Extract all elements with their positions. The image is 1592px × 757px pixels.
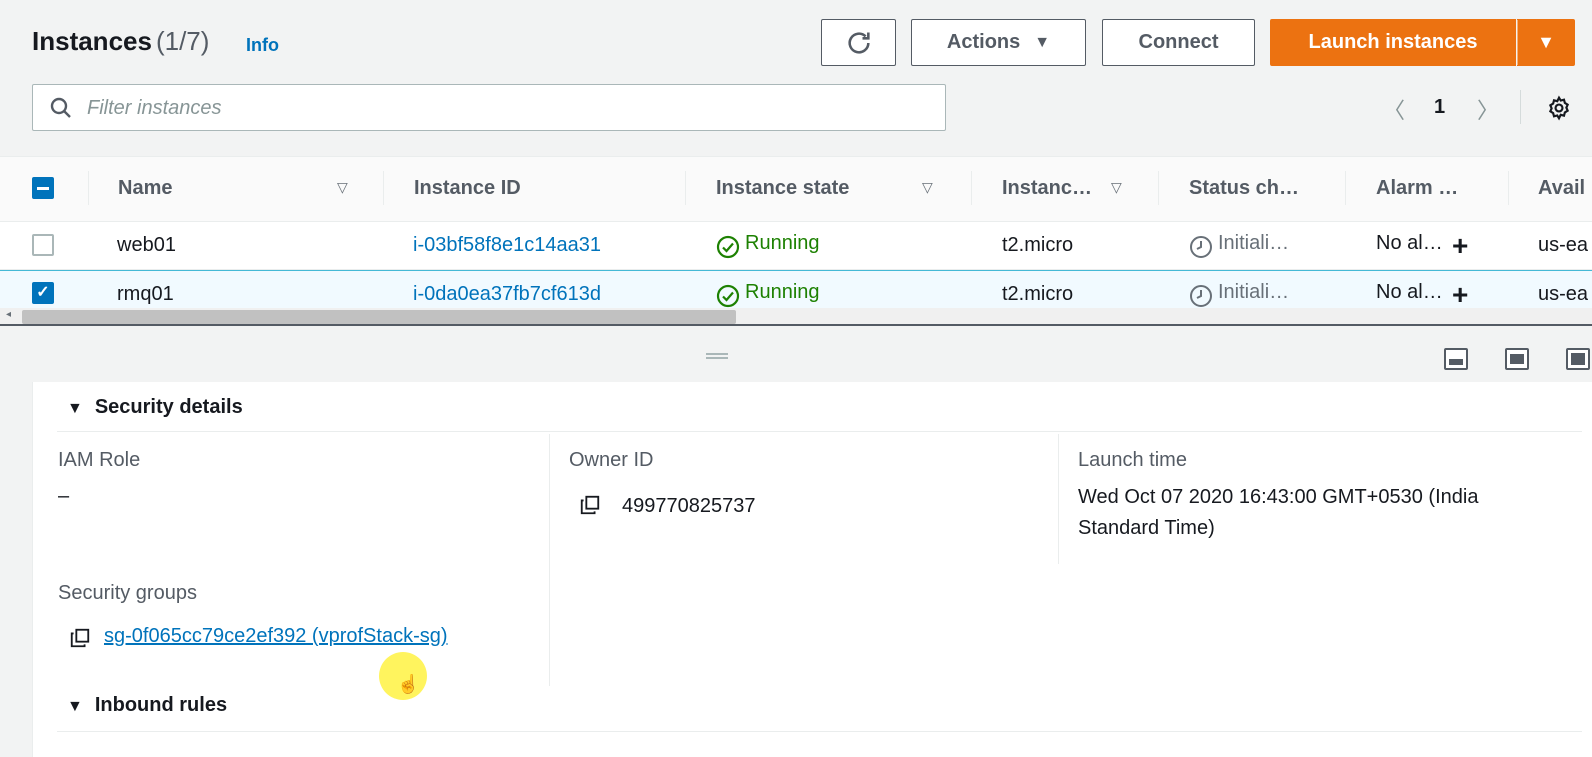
column-header-instance-state[interactable]: Instance state	[716, 177, 849, 200]
divider	[57, 431, 1582, 432]
clock-icon	[1190, 285, 1212, 307]
filter-instances-input[interactable]	[87, 94, 927, 122]
instance-state: Running	[745, 232, 820, 254]
table-header: Name ▽ Instance ID Instance state ▽ Inst…	[0, 156, 1592, 222]
divider	[1520, 90, 1521, 124]
section-heading: Security details	[94, 396, 243, 418]
page-title: Instances (1/7)	[32, 26, 210, 56]
instance-type: t2.micro	[1002, 283, 1074, 305]
instance-id-link[interactable]: i-0da0ea37fb7cf613d	[413, 283, 601, 306]
selection-count: (1/7)	[155, 26, 210, 56]
launch-instances-button[interactable]: Launch instances	[1270, 19, 1516, 66]
column-header-instance-id[interactable]: Instance ID	[414, 177, 521, 200]
availability-zone: us-ea	[1538, 283, 1589, 305]
copy-icon[interactable]	[69, 627, 91, 649]
connect-button[interactable]: Connect	[1102, 19, 1255, 66]
iam-role-value: –	[58, 485, 70, 507]
column-divider	[549, 434, 550, 686]
alarm-status: No al…	[1376, 281, 1443, 303]
alarm-status: No al…	[1376, 232, 1443, 254]
column-divider	[1058, 434, 1059, 564]
info-link[interactable]: Info	[246, 35, 279, 56]
table-row[interactable]: web01 i-03bf58f8e1c14aa31 Running t2.mic…	[0, 222, 1592, 270]
search-icon	[50, 97, 71, 118]
sort-icon[interactable]: ▽	[337, 179, 348, 196]
refresh-icon	[847, 31, 870, 54]
divider	[57, 731, 1582, 732]
row-checkbox[interactable]: ✓	[32, 282, 54, 304]
check-circle-icon	[716, 235, 740, 259]
caret-down-icon: ▼	[1034, 33, 1051, 51]
column-divider	[1158, 171, 1159, 205]
check-circle-icon	[716, 284, 740, 308]
scroll-left-arrow-icon[interactable]: ◂	[6, 309, 11, 320]
security-groups-label: Security groups	[58, 582, 197, 604]
column-header-status-check[interactable]: Status ch…	[1189, 177, 1299, 200]
resize-handle[interactable]	[706, 353, 728, 359]
instance-state: Running	[745, 281, 820, 303]
security-details-toggle[interactable]: ▼ Security details	[67, 396, 243, 419]
actions-dropdown-button[interactable]: Actions ▼	[911, 19, 1086, 66]
add-alarm-icon[interactable]: +	[1452, 230, 1468, 262]
gear-icon[interactable]	[1546, 95, 1572, 121]
add-alarm-icon[interactable]: +	[1452, 279, 1468, 311]
section-heading: Inbound rules	[94, 694, 228, 716]
column-divider	[88, 171, 89, 205]
owner-id-label: Owner ID	[569, 449, 654, 471]
instance-id-link[interactable]: i-03bf58f8e1c14aa31	[413, 234, 601, 257]
instance-name: rmq01	[117, 283, 174, 305]
details-panel: ▼ Security details IAM Role – Owner ID 49…	[0, 330, 1592, 757]
column-header-availability-zone[interactable]: Avail	[1538, 177, 1585, 200]
instance-name: web01	[117, 234, 176, 256]
caret-down-icon: ▼	[1537, 32, 1555, 52]
caret-down-icon: ▼	[67, 698, 83, 715]
copy-icon[interactable]	[579, 494, 601, 516]
owner-id-value: 499770825737	[622, 495, 756, 517]
column-divider	[383, 171, 384, 205]
launch-time-label: Launch time	[1078, 449, 1187, 471]
refresh-button[interactable]	[821, 19, 896, 66]
previous-page-button[interactable]: 〈	[1383, 93, 1405, 125]
column-header-instance-type[interactable]: Instanc…	[1002, 177, 1092, 200]
column-header-alarm-status[interactable]: Alarm …	[1376, 177, 1458, 200]
launch-time-value: Wed Oct 07 2020 16:43:00 GMT+0530 (India…	[1078, 486, 1479, 539]
column-divider	[685, 171, 686, 205]
column-divider	[971, 171, 972, 205]
security-group-link[interactable]: sg-0f065cc79ce2ef392 (vprofStack-sg)	[104, 625, 448, 648]
full-screen-icon[interactable]	[1566, 348, 1590, 370]
sort-icon[interactable]: ▽	[1111, 179, 1122, 196]
iam-role-label: IAM Role	[58, 449, 141, 471]
current-page[interactable]: 1	[1434, 96, 1445, 119]
availability-zone: us-ea	[1538, 234, 1589, 256]
sort-icon[interactable]: ▽	[922, 179, 933, 196]
column-divider	[1508, 171, 1509, 205]
search-box	[32, 84, 946, 131]
next-page-button[interactable]: 〉	[1477, 93, 1499, 125]
scrollbar-thumb[interactable]	[22, 310, 736, 324]
instances-panel: Instances (1/7) Info Actions ▼ Connect La…	[0, 0, 1592, 330]
inbound-rules-toggle[interactable]: ▼ Inbound rules	[67, 694, 227, 717]
launch-options-button[interactable]: ▼	[1517, 19, 1575, 66]
split-side-icon[interactable]	[1505, 348, 1529, 370]
horizontal-scrollbar[interactable]: ◂	[0, 308, 1592, 326]
caret-down-icon: ▼	[67, 400, 83, 417]
instances-table: Name ▽ Instance ID Instance state ▽ Inst…	[0, 156, 1592, 312]
split-bottom-icon[interactable]	[1444, 348, 1468, 370]
instance-type: t2.micro	[1002, 234, 1074, 256]
row-checkbox[interactable]	[32, 234, 54, 256]
select-all-checkbox[interactable]	[32, 177, 54, 199]
actions-label: Actions	[946, 31, 1021, 53]
status-check: Initiali…	[1218, 281, 1290, 303]
clock-icon	[1190, 236, 1212, 258]
status-check: Initiali…	[1218, 232, 1290, 254]
table-row[interactable]: ✓ rmq01 i-0da0ea37fb7cf613d Running t2.m…	[0, 270, 1592, 312]
security-details-card: ▼ Security details IAM Role – Owner ID 49…	[32, 382, 1592, 757]
column-divider	[1345, 171, 1346, 205]
column-header-name[interactable]: Name	[118, 177, 172, 200]
pointer-cursor-icon: ☝	[397, 674, 420, 694]
